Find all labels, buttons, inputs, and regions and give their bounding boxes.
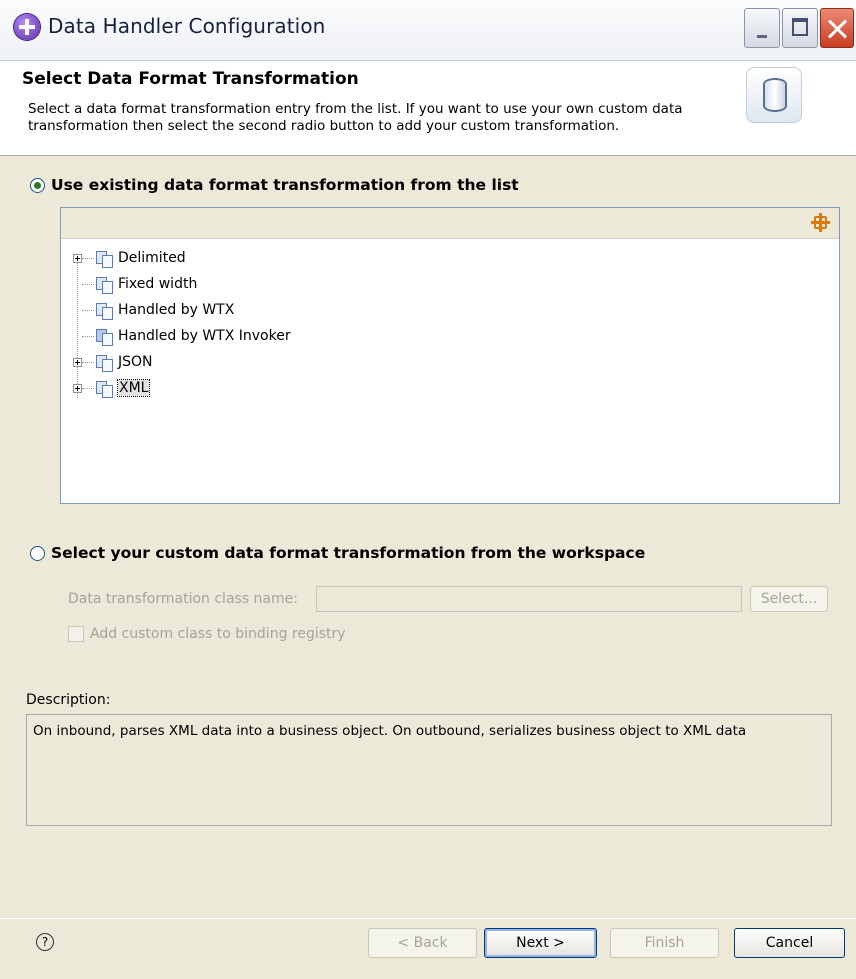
footer-separator [0,918,856,919]
description-label: Description: [26,692,111,708]
custom-transformation-label: Select your custom data format transform… [51,544,646,562]
tree-item-label: Handled by WTX Invoker [118,328,291,344]
tree-item-delimited[interactable]: Delimited [73,246,186,270]
tree-item-label: Handled by WTX [118,302,235,318]
transformation-icon [96,249,113,268]
custom-transformation-radio[interactable]: Select your custom data format transform… [30,544,645,562]
expand-icon[interactable] [73,357,82,367]
binding-registry-label: Add custom class to binding registry [90,626,346,642]
existing-transformation-label: Use existing data format transformation … [51,176,519,194]
back-button[interactable]: < Back [368,928,477,958]
tree-item-label: Fixed width [118,276,198,292]
tree-item-xml[interactable]: XML [73,376,151,400]
wizard-header: Select Data Format Transformation Select… [0,61,856,156]
transformation-tree[interactable]: Delimited Fixed width Handled by WTX Han… [60,207,840,504]
filter-icon[interactable] [811,213,830,232]
class-name-input[interactable] [316,586,742,612]
select-class-button[interactable]: Select... [750,586,828,612]
title-bar: Data Handler Configuration [0,0,856,61]
expand-icon[interactable] [73,253,82,263]
tree-item-label: XML [116,379,151,397]
transformation-icon [96,353,113,372]
finish-button[interactable]: Finish [610,928,719,958]
tree-item-handled-by-wtx[interactable]: Handled by WTX [73,298,234,322]
transformation-icon [96,379,113,398]
class-name-label: Data transformation class name: [68,591,298,607]
tree-item-label: Delimited [118,250,186,266]
transformation-icon [96,301,113,320]
minimize-button[interactable] [744,8,780,48]
radio-unselected-icon[interactable] [30,545,45,561]
tree-item-label: JSON [118,354,153,370]
maximize-button[interactable] [782,8,818,48]
data-cylinder-icon [746,67,802,123]
transformation-icon [96,327,113,346]
transformation-icon [96,275,113,294]
binding-registry-checkbox[interactable] [68,626,84,642]
page-description: Select a data format transformation entr… [28,101,683,134]
tree-item-json[interactable]: JSON [73,350,153,374]
app-icon [14,14,40,40]
tree-item-handled-by-wtx-invoker[interactable]: Handled by WTX Invoker [73,324,291,348]
existing-transformation-radio[interactable]: Use existing data format transformation … [30,176,519,194]
tree-item-fixed-width[interactable]: Fixed width [73,272,197,296]
window-title: Data Handler Configuration [48,14,326,38]
help-icon[interactable]: ? [36,933,54,951]
next-button[interactable]: Next > [484,928,597,958]
radio-selected-icon[interactable] [30,177,45,193]
expand-icon[interactable] [73,383,82,393]
cancel-button[interactable]: Cancel [734,928,845,958]
description-text: On inbound, parses XML data into a busin… [26,714,832,826]
page-title: Select Data Format Transformation [22,69,359,89]
close-button[interactable] [820,8,854,48]
tree-toolbar [61,208,839,239]
